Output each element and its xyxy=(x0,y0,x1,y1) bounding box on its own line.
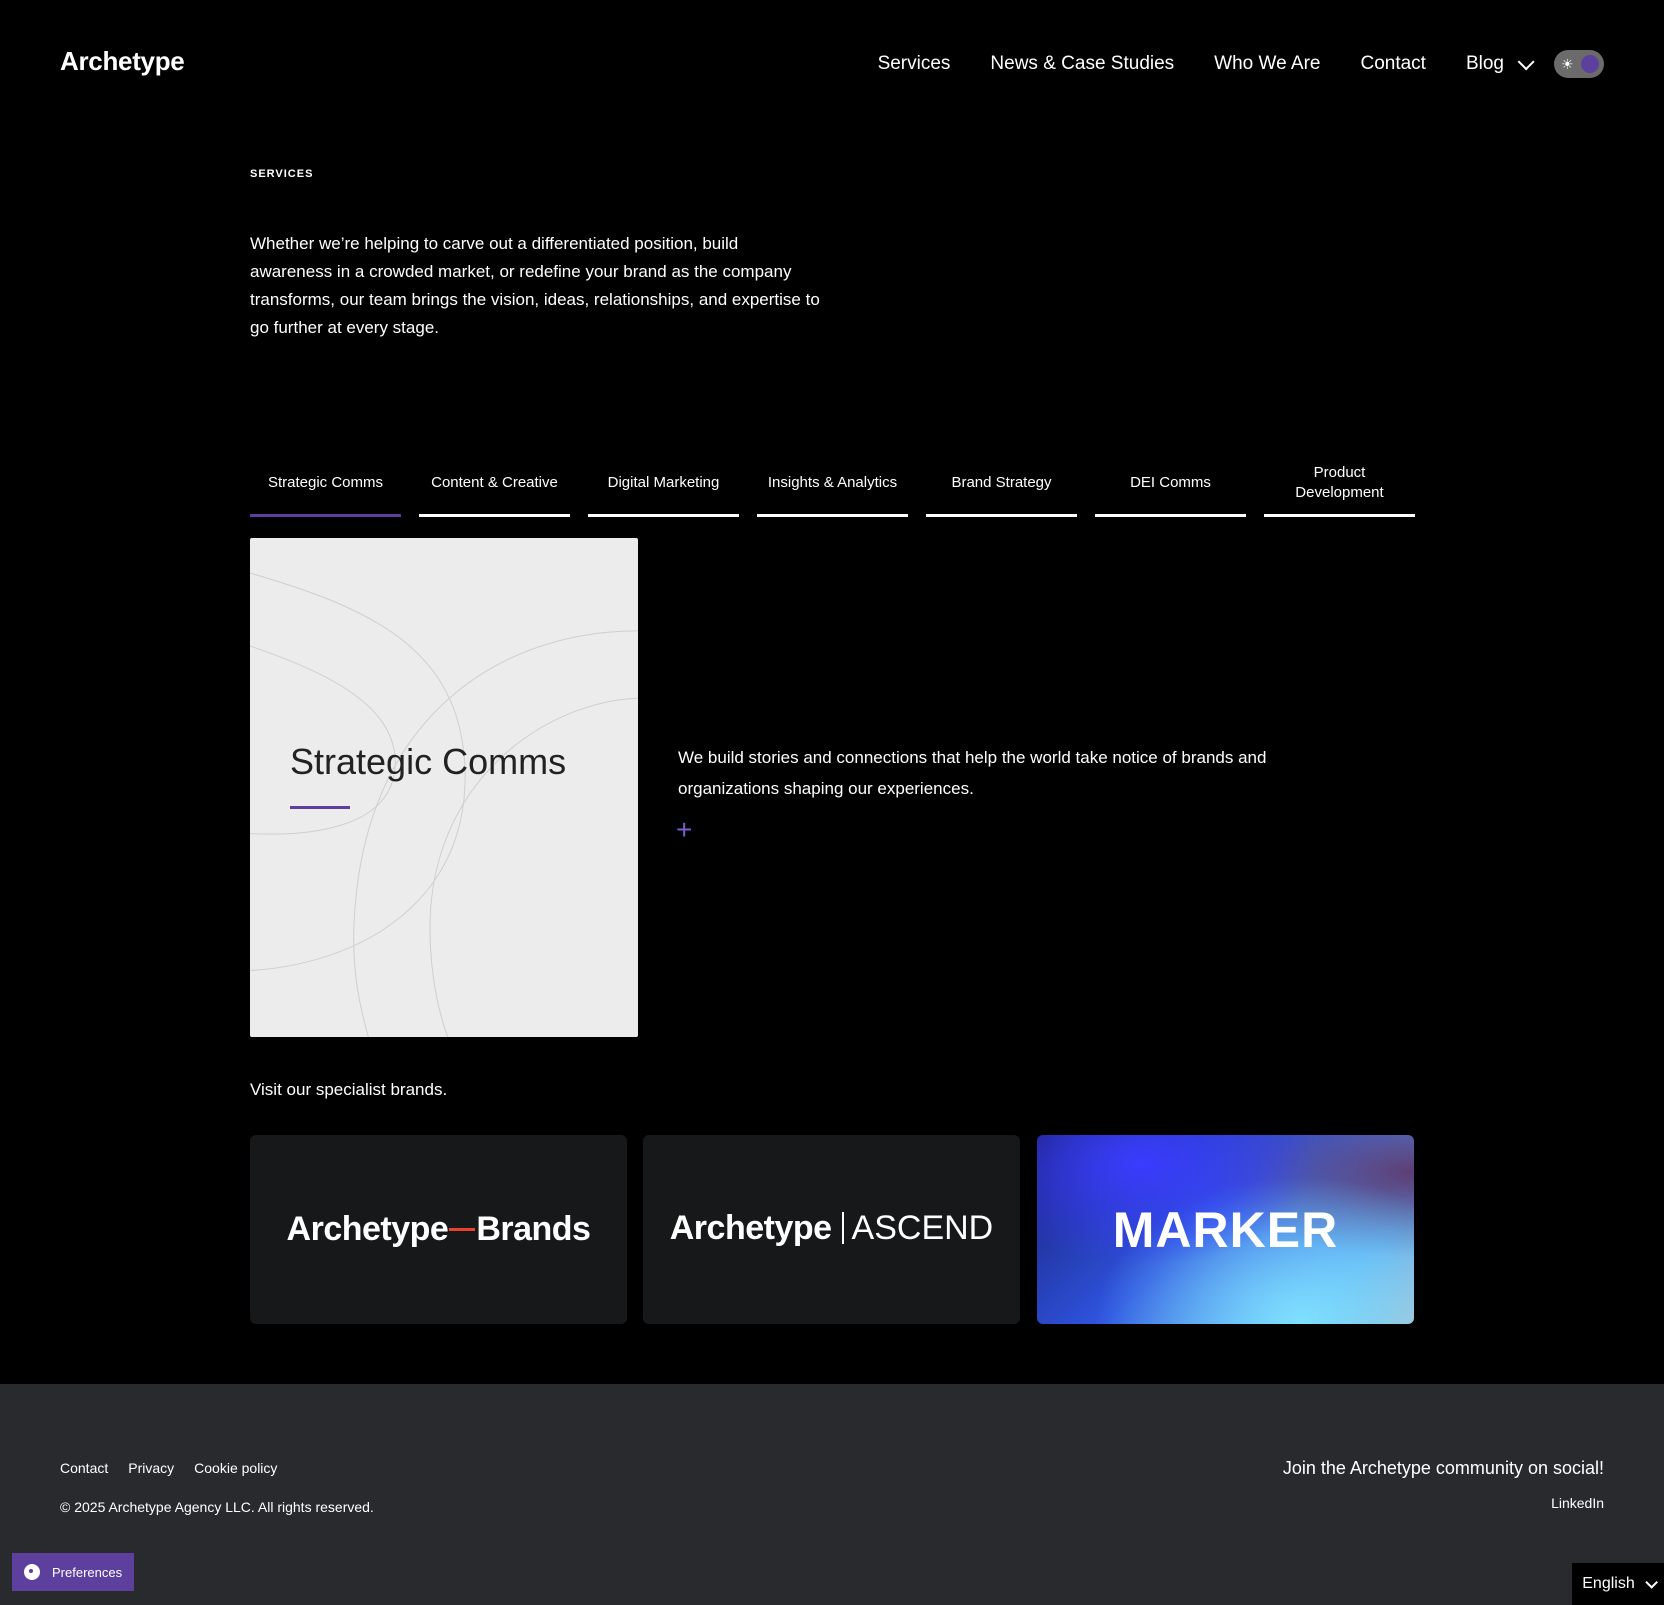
footer-link-cookie-policy[interactable]: Cookie policy xyxy=(194,1460,277,1476)
toggle-knob xyxy=(1581,55,1599,73)
site-header: Archetype Services News & Case Studies W… xyxy=(0,0,1664,130)
tab-dei-comms[interactable]: DEI Comms xyxy=(1095,455,1246,517)
nav-contact[interactable]: Contact xyxy=(1360,53,1425,75)
tab-digital-marketing[interactable]: Digital Marketing xyxy=(588,455,739,517)
service-card: Strategic Comms xyxy=(250,538,638,1037)
cookie-preferences-button[interactable]: Preferences xyxy=(12,1553,134,1591)
chevron-down-icon xyxy=(1644,1575,1658,1589)
footer-link-privacy[interactable]: Privacy xyxy=(128,1460,174,1476)
nav-news-case-studies[interactable]: News & Case Studies xyxy=(990,53,1174,75)
divider-bar xyxy=(841,1211,844,1244)
language-selector[interactable]: English xyxy=(1572,1563,1664,1605)
copyright: © 2025 Archetype Agency LLC. All rights … xyxy=(60,1499,374,1515)
brand-name-part: ASCEND xyxy=(851,1209,994,1248)
tab-content-creative[interactable]: Content & Creative xyxy=(419,455,570,517)
brand-name-part: Brands xyxy=(476,1210,591,1248)
archetype-ascend-logo: Archetype ASCEND xyxy=(670,1209,993,1249)
main-nav: Services News & Case Studies Who We Are … xyxy=(838,50,1604,78)
footer-link-contact[interactable]: Contact xyxy=(60,1460,108,1476)
sun-icon: ☀ xyxy=(1561,56,1574,72)
brands-label: Visit our specialist brands. xyxy=(250,1080,448,1099)
intro-text: Whether we’re helping to carve out a dif… xyxy=(250,234,820,337)
card-title-underline xyxy=(290,806,350,809)
cookie-icon xyxy=(24,1564,40,1580)
theme-toggle[interactable]: ☀ xyxy=(1554,50,1604,78)
site-logo[interactable]: Archetype xyxy=(60,46,185,77)
brand-card-archetype-brands[interactable]: Archetype Brands xyxy=(250,1135,627,1324)
nav-blog[interactable]: Blog xyxy=(1465,53,1535,75)
brand-name-part: Archetype xyxy=(286,1210,449,1248)
brand-card-archetype-ascend[interactable]: Archetype ASCEND xyxy=(643,1135,1020,1324)
site-footer: Contact Privacy Cookie policy © 2025 Arc… xyxy=(0,1384,1664,1605)
marker-logo: MARKER xyxy=(1112,1201,1339,1258)
language-label: English xyxy=(1582,1575,1635,1592)
brand-name-part: Archetype xyxy=(669,1209,832,1248)
panel-description: We build stories and connections that he… xyxy=(678,748,1267,798)
tab-insights-analytics[interactable]: Insights & Analytics xyxy=(757,455,908,517)
preferences-label: Preferences xyxy=(52,1564,123,1580)
archetype-brands-logo: Archetype Brands xyxy=(287,1210,591,1249)
dash-mark xyxy=(449,1227,476,1231)
card-decoration-lines xyxy=(250,572,638,1037)
card-title: Strategic Comms xyxy=(290,741,567,782)
chevron-down-icon xyxy=(1517,53,1535,71)
services-tabs: Strategic Comms Content & Creative Digit… xyxy=(250,455,1415,517)
linkedin-link[interactable]: LinkedIn xyxy=(1551,1495,1604,1511)
nav-services[interactable]: Services xyxy=(878,53,951,75)
nav-blog-label: Blog xyxy=(1465,53,1504,74)
brand-card-marker[interactable]: MARKER xyxy=(1037,1135,1414,1324)
tab-strategic-comms[interactable]: Strategic Comms xyxy=(250,455,401,517)
tab-product-development[interactable]: Product Development xyxy=(1264,455,1415,517)
expand-plus-icon[interactable]: + xyxy=(676,816,692,844)
section-eyebrow: SERVICES xyxy=(250,168,314,180)
nav-who-we-are[interactable]: Who We Are xyxy=(1214,53,1320,75)
tab-brand-strategy[interactable]: Brand Strategy xyxy=(926,455,1077,517)
footer-links: Contact Privacy Cookie policy xyxy=(60,1460,297,1476)
social-heading: Join the Archetype community on social! xyxy=(1282,1458,1604,1478)
